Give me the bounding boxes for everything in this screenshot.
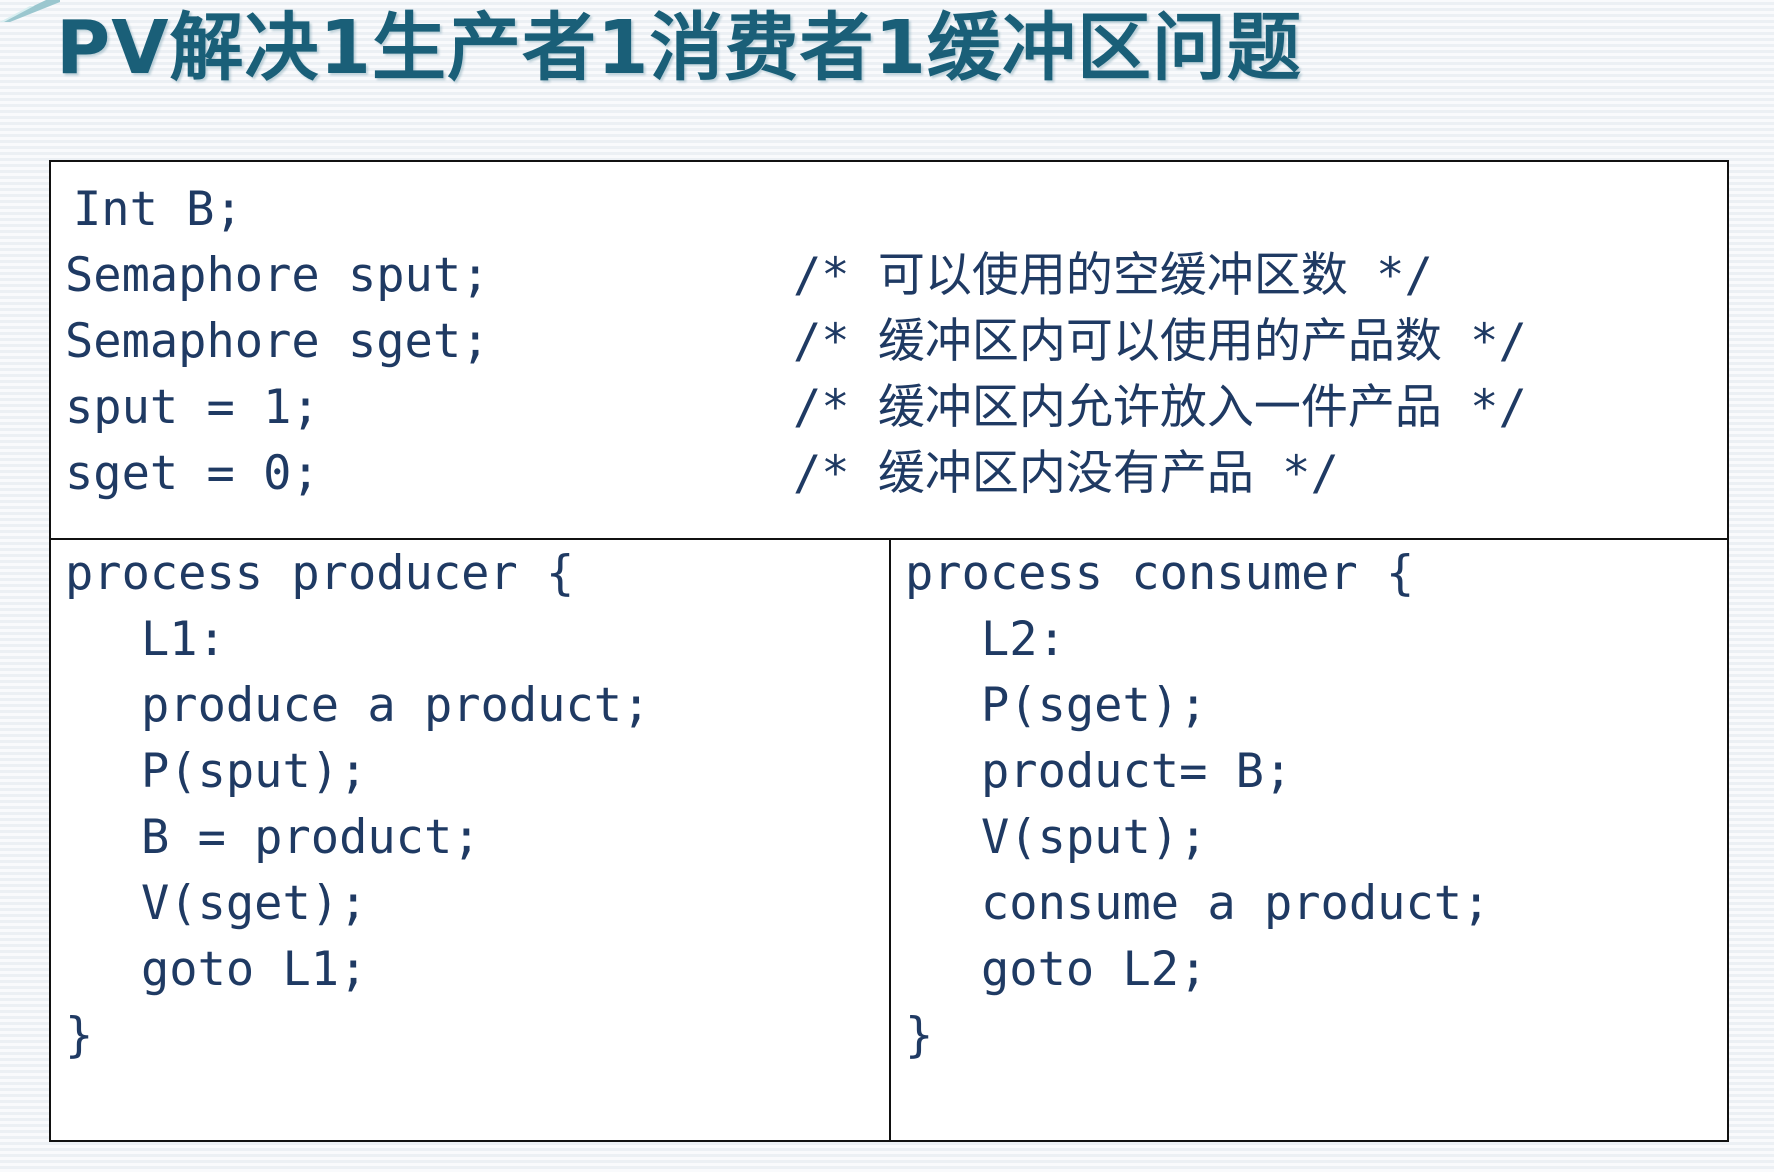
producer-process: process producer { L1: produce a product… [51, 540, 891, 1140]
declaration-code: Int B; [73, 182, 243, 237]
producer-line: P(sput); [141, 744, 368, 799]
declaration-comment: /* 缓冲区内可以使用的产品数 */ [793, 314, 1527, 369]
consumer-line: product= B; [981, 744, 1293, 799]
consumer-line: L2: [981, 612, 1066, 667]
consumer-process: process consumer { L2: P(sget); product=… [891, 540, 1727, 1140]
consumer-footer: } [905, 1008, 934, 1063]
declaration-code: sput = 1; [65, 380, 320, 435]
declaration-comment: /* 缓冲区内允许放入一件产品 */ [793, 380, 1527, 435]
declaration-comment: /* 可以使用的空缓冲区数 */ [793, 248, 1433, 303]
declarations-section: Int B; Semaphore sput; /* 可以使用的空缓冲区数 */ … [51, 162, 1727, 540]
producer-line: produce a product; [141, 678, 651, 733]
consumer-line: P(sget); [981, 678, 1208, 733]
consumer-header: process consumer { [905, 546, 1415, 601]
slide-title: PV解决1生产者1消费者1缓冲区问题 [56, 5, 1302, 91]
consumer-line: consume a product; [981, 876, 1491, 931]
producer-line: L1: [141, 612, 226, 667]
consumer-line: V(sput); [981, 810, 1208, 865]
declaration-code: Semaphore sget; [65, 314, 490, 369]
consumer-line: goto L2; [981, 942, 1208, 997]
code-table: Int B; Semaphore sput; /* 可以使用的空缓冲区数 */ … [49, 160, 1729, 1142]
producer-line: V(sget); [141, 876, 368, 931]
declaration-code: Semaphore sput; [65, 248, 490, 303]
producer-footer: } [65, 1008, 94, 1063]
declaration-comment: /* 缓冲区内没有产品 */ [793, 446, 1339, 501]
producer-header: process producer { [65, 546, 575, 601]
corner-decoration [0, 0, 60, 22]
declaration-code: sget = 0; [65, 446, 320, 501]
producer-line: B = product; [141, 810, 481, 865]
producer-line: goto L1; [141, 942, 368, 997]
